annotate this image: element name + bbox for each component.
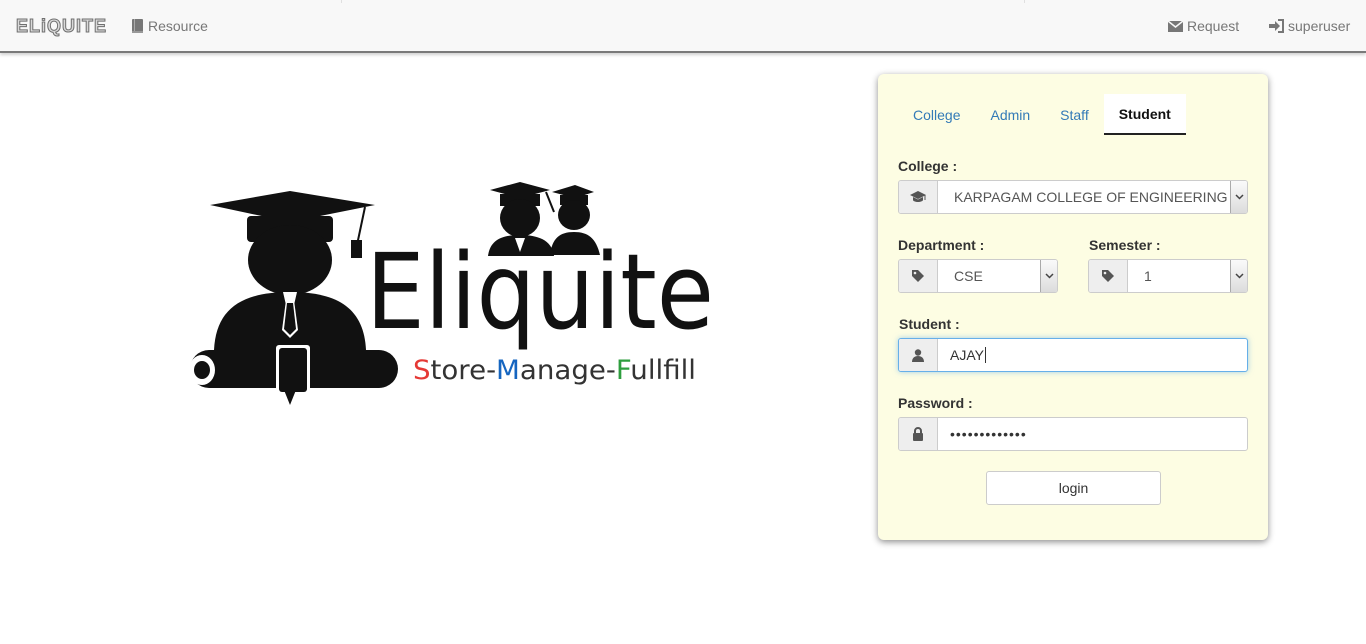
- nav-resource-link[interactable]: Resource: [131, 18, 208, 34]
- tagline-ullfill: ullfill: [630, 355, 696, 386]
- department-select-value: CSE: [954, 268, 983, 284]
- login-panel: College Admin Staff Student College : KA…: [878, 74, 1268, 540]
- student-label: Student :: [899, 316, 960, 332]
- lock-icon: [899, 418, 938, 450]
- nav-user-link[interactable]: superuser: [1269, 18, 1350, 34]
- password-label: Password :: [898, 395, 973, 411]
- logo-tagline: Store-Manage-Fullfill: [413, 355, 696, 386]
- brand-logo[interactable]: ELiQUITE: [15, 16, 107, 37]
- tagline-m: M: [496, 355, 520, 386]
- login-button[interactable]: login: [986, 471, 1161, 505]
- chevron-down-icon[interactable]: [1040, 260, 1057, 292]
- department-label: Department :: [898, 237, 985, 253]
- password-input[interactable]: •••••••••••••: [938, 418, 1247, 450]
- college-select[interactable]: KARPAGAM COLLEGE OF ENGINEERING: [898, 180, 1248, 214]
- tagline-f: F: [616, 355, 630, 386]
- book-icon: [131, 19, 144, 33]
- college-select-value: KARPAGAM COLLEGE OF ENGINEERING: [954, 189, 1228, 205]
- semester-select-value: 1: [1144, 268, 1152, 284]
- nav-request-link[interactable]: Request: [1168, 18, 1239, 34]
- logo-wordmark: Eliquite: [366, 231, 714, 353]
- text-cursor: [984, 347, 986, 363]
- login-tabs: College Admin Staff Student: [898, 94, 1186, 135]
- tab-admin[interactable]: Admin: [975, 94, 1045, 135]
- graduation-cap-icon: [899, 181, 938, 213]
- tag-icon: [1089, 260, 1128, 292]
- tab-student[interactable]: Student: [1103, 94, 1186, 135]
- tab-college[interactable]: College: [898, 94, 975, 135]
- user-icon: [899, 339, 938, 371]
- tab-staff[interactable]: Staff: [1045, 94, 1104, 135]
- semester-label: Semester :: [1089, 237, 1161, 253]
- semester-select[interactable]: 1: [1088, 259, 1248, 293]
- department-select[interactable]: CSE: [898, 259, 1058, 293]
- top-navbar: ELiQUITE Resource Request superuser: [0, 0, 1366, 53]
- nav-user-label: superuser: [1288, 18, 1351, 34]
- college-label: College :: [898, 158, 958, 174]
- eliquite-logo: Eliquite Store-Manage-Fullfill: [180, 180, 720, 410]
- navbar-divider: [1024, 0, 1025, 3]
- tagline-anage: anage-: [520, 355, 616, 386]
- nav-request-label: Request: [1187, 18, 1240, 34]
- envelope-icon: [1168, 20, 1183, 32]
- student-input-value: AJAY: [950, 347, 984, 363]
- chevron-down-icon[interactable]: [1230, 181, 1247, 213]
- navbar-divider: [341, 0, 342, 3]
- nav-resource-label: Resource: [148, 18, 208, 34]
- student-input[interactable]: AJAY: [938, 339, 1247, 371]
- chevron-down-icon[interactable]: [1230, 260, 1247, 292]
- password-input-group[interactable]: •••••••••••••: [898, 417, 1248, 451]
- tag-icon: [899, 260, 938, 292]
- student-input-group[interactable]: AJAY: [898, 338, 1248, 372]
- tagline-s: S: [413, 355, 431, 386]
- tagline-tore: tore-: [431, 355, 497, 386]
- log-in-icon: [1269, 19, 1284, 33]
